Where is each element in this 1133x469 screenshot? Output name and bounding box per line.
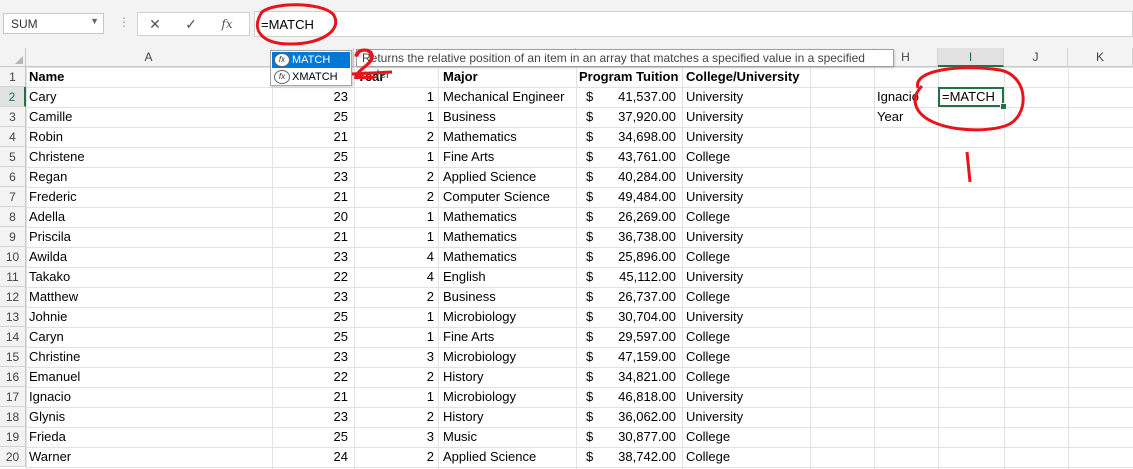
annotation-circle-active-cell [913,66,1025,132]
annotation-label-1-stroke [965,151,972,183]
annotation-underline-2 [351,70,393,76]
annotation-label-2: 2 [352,40,376,89]
annotation-layer: 2 [255,3,1025,183]
annotation-circle-formula [255,3,338,46]
